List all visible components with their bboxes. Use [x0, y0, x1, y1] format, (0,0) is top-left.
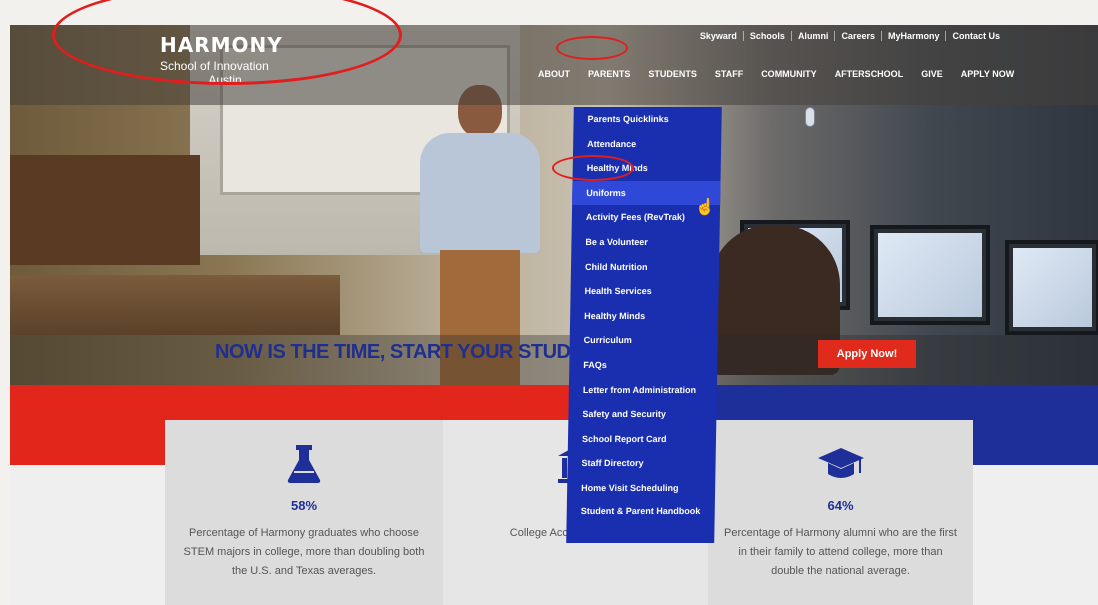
menu-item-be-a-volunteer[interactable]: Be a Volunteer — [571, 230, 719, 255]
nav-community[interactable]: COMMUNITY — [761, 69, 817, 79]
menu-item-health-services[interactable]: Health Services — [570, 279, 718, 304]
graduation-cap-icon — [708, 442, 973, 486]
menu-item-parents-quicklinks[interactable]: Parents Quicklinks — [573, 107, 721, 132]
nav-give[interactable]: GIVE — [921, 69, 943, 79]
menu-item-faqs[interactable]: FAQs — [569, 353, 717, 378]
hand-cursor-icon: ☝ — [695, 199, 715, 216]
nav-staff[interactable]: STAFF — [715, 69, 743, 79]
ceiling-light — [805, 107, 815, 127]
menu-item-home-visit-scheduling[interactable]: Home Visit Scheduling — [567, 476, 715, 501]
stat-description: Percentage of Harmony graduates who choo… — [183, 527, 425, 577]
top-link-contact-us[interactable]: Contact Us — [945, 31, 1006, 41]
nav-parents[interactable]: PARENTS — [588, 69, 630, 79]
menu-item-healthy-minds-2[interactable]: Healthy Minds — [570, 304, 718, 329]
annotation-circle-uniforms — [552, 155, 634, 181]
menu-item-staff-directory[interactable]: Staff Directory — [567, 451, 715, 476]
website-page: HARMONY School of Innovation Austin Skyw… — [10, 25, 1098, 605]
stat-value: 64% — [827, 498, 854, 513]
top-link-schools[interactable]: Schools — [742, 31, 791, 41]
menu-item-school-report-card[interactable]: School Report Card — [568, 427, 716, 452]
annotation-circle-parents — [556, 36, 628, 60]
nav-afterschool[interactable]: AFTERSCHOOL — [835, 69, 904, 79]
computer-monitor — [870, 225, 990, 325]
main-nav: ABOUT PARENTS STUDENTS STAFF COMMUNITY A… — [538, 69, 1032, 79]
lab-table — [10, 275, 340, 335]
flask-icon — [165, 442, 443, 486]
top-link-careers[interactable]: Careers — [834, 31, 881, 41]
menu-item-safety-and-security[interactable]: Safety and Security — [568, 402, 716, 427]
banner-headline: NOW IS THE TIME, START YOUR STUDEN — [215, 341, 598, 363]
utility-nav: Skyward Schools Alumni Careers MyHarmony… — [694, 31, 1006, 41]
menu-item-letter-from-administration[interactable]: Letter from Administration — [569, 378, 717, 403]
top-link-alumni[interactable]: Alumni — [790, 31, 835, 41]
apply-now-button[interactable]: Apply Now! — [818, 340, 916, 368]
stat-card-stem: 58% Percentage of Harmony graduates who … — [165, 420, 443, 605]
top-link-myharmony[interactable]: MyHarmony — [880, 31, 946, 41]
stat-description: Percentage of Harmony alumni who are the… — [724, 527, 957, 577]
top-link-skyward[interactable]: Skyward — [694, 31, 743, 41]
bookshelf — [10, 155, 200, 265]
menu-item-child-nutrition[interactable]: Child Nutrition — [571, 255, 719, 280]
photo-frame: HARMONY School of Innovation Austin Skyw… — [0, 0, 1098, 605]
menu-item-attendance[interactable]: Attendance — [573, 132, 721, 157]
computer-monitor — [1005, 240, 1098, 335]
nav-apply-now[interactable]: APPLY NOW — [961, 69, 1015, 79]
nav-students[interactable]: STUDENTS — [648, 69, 697, 79]
stat-value: 58% — [290, 498, 318, 513]
menu-item-curriculum[interactable]: Curriculum — [570, 328, 718, 353]
nav-about[interactable]: ABOUT — [538, 69, 570, 79]
menu-item-student-parent-handbook[interactable]: Student & Parent Handbook — [566, 501, 715, 537]
stat-card-first-gen: 64% Percentage of Harmony alumni who are… — [708, 420, 973, 605]
